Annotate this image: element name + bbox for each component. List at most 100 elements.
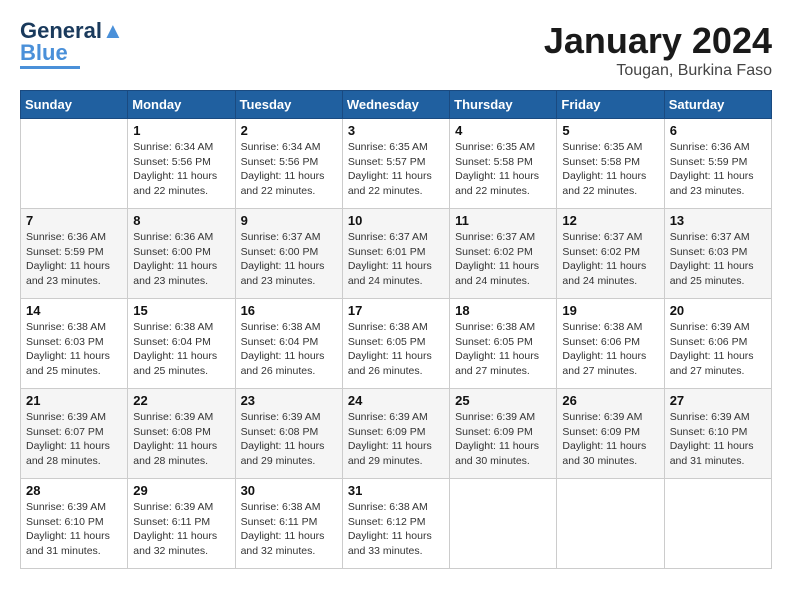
sunset-text: Sunset: 6:10 PM: [26, 515, 122, 530]
sunset-text: Sunset: 6:08 PM: [241, 425, 337, 440]
sunrise-text: Sunrise: 6:36 AM: [133, 230, 229, 245]
day-info: Sunrise: 6:35 AM Sunset: 5:57 PM Dayligh…: [348, 140, 444, 199]
daylight-text: Daylight: 11 hours and 25 minutes.: [26, 349, 122, 378]
day-number: 25: [455, 393, 551, 408]
day-info: Sunrise: 6:38 AM Sunset: 6:06 PM Dayligh…: [562, 320, 658, 379]
calendar-cell: [450, 479, 557, 569]
logo: General▲ Blue: [20, 20, 124, 69]
sunrise-text: Sunrise: 6:36 AM: [670, 140, 766, 155]
day-info: Sunrise: 6:38 AM Sunset: 6:04 PM Dayligh…: [241, 320, 337, 379]
calendar-cell: 9 Sunrise: 6:37 AM Sunset: 6:00 PM Dayli…: [235, 209, 342, 299]
calendar-cell: 26 Sunrise: 6:39 AM Sunset: 6:09 PM Dayl…: [557, 389, 664, 479]
day-info: Sunrise: 6:39 AM Sunset: 6:08 PM Dayligh…: [133, 410, 229, 469]
sunrise-text: Sunrise: 6:39 AM: [133, 500, 229, 515]
sunrise-text: Sunrise: 6:34 AM: [133, 140, 229, 155]
day-number: 30: [241, 483, 337, 498]
day-number: 27: [670, 393, 766, 408]
sunset-text: Sunset: 6:00 PM: [241, 245, 337, 260]
sunset-text: Sunset: 6:00 PM: [133, 245, 229, 260]
daylight-text: Daylight: 11 hours and 30 minutes.: [455, 439, 551, 468]
calendar-cell: 5 Sunrise: 6:35 AM Sunset: 5:58 PM Dayli…: [557, 119, 664, 209]
sunset-text: Sunset: 6:07 PM: [26, 425, 122, 440]
daylight-text: Daylight: 11 hours and 30 minutes.: [562, 439, 658, 468]
sunset-text: Sunset: 6:04 PM: [133, 335, 229, 350]
logo-blue-text: Blue: [20, 42, 68, 64]
calendar-cell: 20 Sunrise: 6:39 AM Sunset: 6:06 PM Dayl…: [664, 299, 771, 389]
weekday-header-row: SundayMondayTuesdayWednesdayThursdayFrid…: [21, 91, 772, 119]
day-number: 3: [348, 123, 444, 138]
day-number: 17: [348, 303, 444, 318]
sunset-text: Sunset: 6:11 PM: [241, 515, 337, 530]
sunset-text: Sunset: 5:58 PM: [562, 155, 658, 170]
weekday-header-wednesday: Wednesday: [342, 91, 449, 119]
sunrise-text: Sunrise: 6:37 AM: [241, 230, 337, 245]
day-number: 10: [348, 213, 444, 228]
day-info: Sunrise: 6:38 AM Sunset: 6:05 PM Dayligh…: [455, 320, 551, 379]
sunrise-text: Sunrise: 6:37 AM: [348, 230, 444, 245]
sunrise-text: Sunrise: 6:38 AM: [241, 500, 337, 515]
sunset-text: Sunset: 6:02 PM: [562, 245, 658, 260]
weekday-header-saturday: Saturday: [664, 91, 771, 119]
sunset-text: Sunset: 6:03 PM: [670, 245, 766, 260]
day-info: Sunrise: 6:34 AM Sunset: 5:56 PM Dayligh…: [241, 140, 337, 199]
day-info: Sunrise: 6:36 AM Sunset: 5:59 PM Dayligh…: [670, 140, 766, 199]
day-number: 13: [670, 213, 766, 228]
day-number: 11: [455, 213, 551, 228]
daylight-text: Daylight: 11 hours and 29 minutes.: [348, 439, 444, 468]
calendar-cell: 14 Sunrise: 6:38 AM Sunset: 6:03 PM Dayl…: [21, 299, 128, 389]
logo-text: General▲: [20, 20, 124, 42]
sunrise-text: Sunrise: 6:38 AM: [562, 320, 658, 335]
sunset-text: Sunset: 5:58 PM: [455, 155, 551, 170]
calendar-table: SundayMondayTuesdayWednesdayThursdayFrid…: [20, 90, 772, 569]
weekday-header-friday: Friday: [557, 91, 664, 119]
day-info: Sunrise: 6:39 AM Sunset: 6:08 PM Dayligh…: [241, 410, 337, 469]
calendar-cell: 28 Sunrise: 6:39 AM Sunset: 6:10 PM Dayl…: [21, 479, 128, 569]
day-number: 5: [562, 123, 658, 138]
calendar-cell: 31 Sunrise: 6:38 AM Sunset: 6:12 PM Dayl…: [342, 479, 449, 569]
day-info: Sunrise: 6:38 AM Sunset: 6:04 PM Dayligh…: [133, 320, 229, 379]
sunrise-text: Sunrise: 6:39 AM: [26, 500, 122, 515]
daylight-text: Daylight: 11 hours and 22 minutes.: [133, 169, 229, 198]
daylight-text: Daylight: 11 hours and 23 minutes.: [26, 259, 122, 288]
sunrise-text: Sunrise: 6:35 AM: [562, 140, 658, 155]
sunset-text: Sunset: 6:06 PM: [562, 335, 658, 350]
day-number: 9: [241, 213, 337, 228]
calendar-cell: 6 Sunrise: 6:36 AM Sunset: 5:59 PM Dayli…: [664, 119, 771, 209]
sunset-text: Sunset: 6:09 PM: [455, 425, 551, 440]
calendar-cell: 27 Sunrise: 6:39 AM Sunset: 6:10 PM Dayl…: [664, 389, 771, 479]
calendar-cell: [664, 479, 771, 569]
daylight-text: Daylight: 11 hours and 29 minutes.: [241, 439, 337, 468]
sunset-text: Sunset: 6:05 PM: [348, 335, 444, 350]
daylight-text: Daylight: 11 hours and 31 minutes.: [670, 439, 766, 468]
daylight-text: Daylight: 11 hours and 33 minutes.: [348, 529, 444, 558]
calendar-cell: 25 Sunrise: 6:39 AM Sunset: 6:09 PM Dayl…: [450, 389, 557, 479]
day-number: 23: [241, 393, 337, 408]
sunrise-text: Sunrise: 6:36 AM: [26, 230, 122, 245]
day-number: 1: [133, 123, 229, 138]
daylight-text: Daylight: 11 hours and 25 minutes.: [670, 259, 766, 288]
sunrise-text: Sunrise: 6:39 AM: [133, 410, 229, 425]
day-info: Sunrise: 6:37 AM Sunset: 6:02 PM Dayligh…: [562, 230, 658, 289]
sunrise-text: Sunrise: 6:37 AM: [670, 230, 766, 245]
weekday-header-monday: Monday: [128, 91, 235, 119]
calendar-cell: [557, 479, 664, 569]
day-info: Sunrise: 6:39 AM Sunset: 6:06 PM Dayligh…: [670, 320, 766, 379]
sunrise-text: Sunrise: 6:39 AM: [26, 410, 122, 425]
sunset-text: Sunset: 6:12 PM: [348, 515, 444, 530]
sunset-text: Sunset: 5:59 PM: [26, 245, 122, 260]
calendar-cell: 1 Sunrise: 6:34 AM Sunset: 5:56 PM Dayli…: [128, 119, 235, 209]
calendar-cell: 21 Sunrise: 6:39 AM Sunset: 6:07 PM Dayl…: [21, 389, 128, 479]
sunset-text: Sunset: 6:01 PM: [348, 245, 444, 260]
day-info: Sunrise: 6:39 AM Sunset: 6:09 PM Dayligh…: [348, 410, 444, 469]
day-number: 20: [670, 303, 766, 318]
daylight-text: Daylight: 11 hours and 25 minutes.: [133, 349, 229, 378]
daylight-text: Daylight: 11 hours and 32 minutes.: [133, 529, 229, 558]
daylight-text: Daylight: 11 hours and 23 minutes.: [670, 169, 766, 198]
day-info: Sunrise: 6:37 AM Sunset: 6:01 PM Dayligh…: [348, 230, 444, 289]
calendar-cell: 12 Sunrise: 6:37 AM Sunset: 6:02 PM Dayl…: [557, 209, 664, 299]
daylight-text: Daylight: 11 hours and 24 minutes.: [348, 259, 444, 288]
calendar-week-row: 14 Sunrise: 6:38 AM Sunset: 6:03 PM Dayl…: [21, 299, 772, 389]
daylight-text: Daylight: 11 hours and 27 minutes.: [670, 349, 766, 378]
calendar-cell: 4 Sunrise: 6:35 AM Sunset: 5:58 PM Dayli…: [450, 119, 557, 209]
calendar-subtitle: Tougan, Burkina Faso: [544, 62, 772, 80]
